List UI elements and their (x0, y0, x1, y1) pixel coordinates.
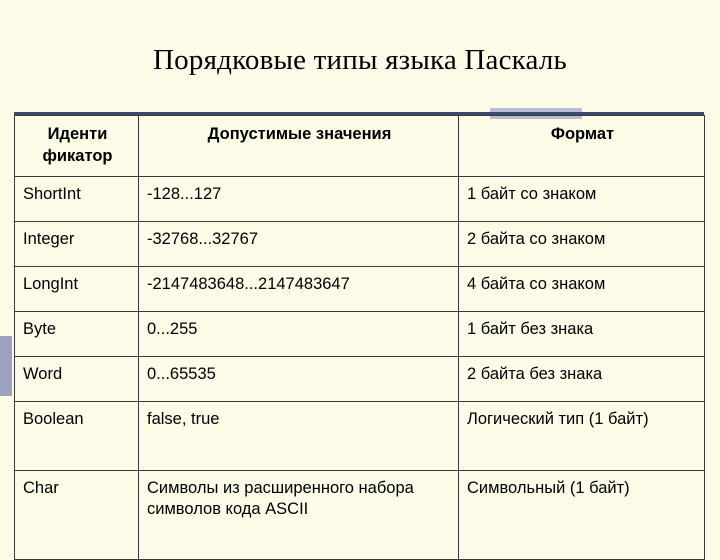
cell-identifier: Integer (14, 220, 139, 267)
column-header-identifier-line2: фикатор (42, 146, 113, 165)
column-header-identifier-line1: Иденти (47, 125, 108, 143)
cell-values: 0...65535 (138, 355, 459, 402)
cell-format: 2 байта со знаком (458, 220, 705, 267)
slide: Порядковые типы языка Паскаль Иденти фик… (0, 0, 720, 560)
column-header-identifier: Иденти фикатор (14, 115, 139, 177)
table-row: LongInt -2147483648...2147483647 4 байта… (14, 265, 705, 312)
cell-identifier: Char (14, 469, 139, 560)
table-header-row: Иденти фикатор Допустимые значения Форма… (14, 115, 705, 177)
cell-values: -128...127 (138, 175, 459, 222)
cell-format: 2 байта без знака (458, 355, 705, 402)
table-row: Word 0...65535 2 байта без знака (14, 355, 705, 402)
cell-format: 1 байт со знаком (458, 175, 705, 222)
cell-identifier: Byte (14, 310, 139, 357)
page-title: Порядковые типы языка Паскаль (153, 44, 567, 76)
cell-format: Символьный (1 байт) (458, 469, 705, 560)
cell-identifier: ShortInt (14, 175, 139, 222)
cell-values: -2147483648...2147483647 (138, 265, 459, 312)
cell-identifier: Word (14, 355, 139, 402)
cell-values: -32768...32767 (138, 220, 459, 267)
cell-identifier: LongInt (14, 265, 139, 312)
accent-bar-left (0, 336, 12, 396)
column-header-values: Допустимые значения (138, 115, 459, 177)
column-header-format: Формат (458, 115, 705, 177)
cell-format: 4 байта со знаком (458, 265, 705, 312)
cell-format: Логический тип (1 байт) (458, 400, 705, 471)
table-row: Integer -32768...32767 2 байта со знаком (14, 220, 705, 267)
ordinal-types-table: Иденти фикатор Допустимые значения Форма… (14, 115, 705, 560)
cell-format: 1 байт без знака (458, 310, 705, 357)
cell-identifier: Boolean (14, 400, 139, 471)
cell-values: 0...255 (138, 310, 459, 357)
table-row: ShortInt -128...127 1 байт со знаком (14, 175, 705, 222)
table-row: Boolean false, true Логический тип (1 ба… (14, 400, 705, 471)
table-row: Byte 0...255 1 байт без знака (14, 310, 705, 357)
cell-values: false, true (138, 400, 459, 471)
table-row: Char Символы из расширенного набора симв… (14, 469, 705, 560)
cell-values: Символы из расширенного набора символов … (138, 469, 459, 560)
